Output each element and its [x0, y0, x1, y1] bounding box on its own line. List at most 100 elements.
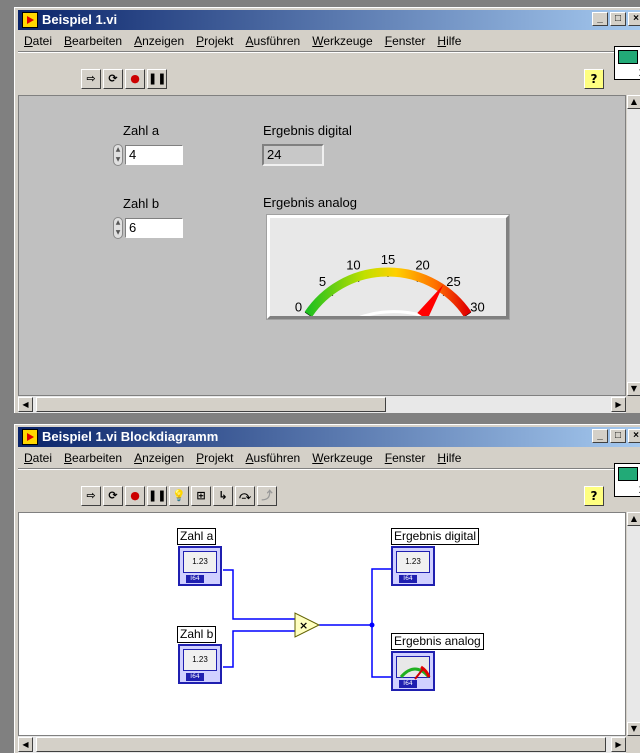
run-continuously-icon[interactable]: ⟳ — [103, 69, 123, 89]
menu-bar: Datei Bearbeiten Anzeigen Projekt Ausfüh… — [18, 32, 467, 50]
block-diagram-window: Beispiel 1.vi Blockdiagramm _ □ × Datei … — [14, 424, 640, 753]
menu-ausfuehren[interactable]: Ausführen — [240, 32, 307, 50]
menu-ausfuehren[interactable]: Ausführen — [240, 449, 307, 467]
wire-zahl-a — [223, 569, 297, 620]
zahl-b-terminal-label: Zahl b — [177, 626, 217, 643]
front-panel-window: Beispiel 1.vi _ □ × Datei Bearbeiten Anz… — [14, 7, 640, 413]
zahl-a-terminal-label: Zahl a — [177, 528, 217, 545]
zahl-a-input[interactable]: 4 — [125, 145, 183, 165]
wire-digital — [371, 568, 391, 625]
zahl-a-terminal[interactable]: 1.23 I64 — [178, 546, 222, 586]
gauge-needle — [417, 284, 444, 320]
gauge-tick-label: 5 — [319, 274, 326, 289]
ergebnis-digital-terminal[interactable]: 1.23 I64 — [391, 546, 435, 586]
ergebnis-analog-label: Ergebnis analog — [263, 195, 357, 210]
run-arrow-icon[interactable]: ⇨ — [81, 69, 101, 89]
front-panel-canvas: Zahl a ▲ ▼ 4 Zahl b ▲ ▼ 6 Ergebnis digital… — [18, 95, 626, 396]
menu-fenster[interactable]: Fenster — [379, 449, 432, 467]
zahl-b-control: ▲ ▼ 6 — [113, 217, 183, 239]
menu-projekt[interactable]: Projekt — [190, 449, 239, 467]
menu-anzeigen[interactable]: Anzeigen — [128, 449, 190, 467]
front-panel-vertical-scrollbar[interactable]: ▲ ▼ — [626, 95, 640, 396]
menu-fenster[interactable]: Fenster — [379, 32, 432, 50]
front-panel-titlebar[interactable]: Beispiel 1.vi _ □ × — [18, 10, 640, 30]
scroll-right-icon[interactable]: ▶ — [611, 397, 626, 412]
block-diagram-titlebar[interactable]: Beispiel 1.vi Blockdiagramm _ □ × — [18, 427, 640, 447]
menu-bearbeiten[interactable]: Bearbeiten — [58, 32, 128, 50]
menu-datei[interactable]: Datei — [18, 449, 58, 467]
scroll-left-icon[interactable]: ◀ — [18, 737, 33, 752]
gauge-tick-label: 0 — [295, 300, 302, 315]
block-diagram-canvas: × Zahl a 1.23 I64 Zahl b 1.23 I64 Ergebn… — [18, 512, 626, 736]
zahl-b-terminal[interactable]: 1.23 I64 — [178, 644, 222, 684]
zahl-b-input[interactable]: 6 — [125, 218, 183, 238]
scroll-up-icon[interactable]: ▲ — [627, 95, 640, 109]
run-continuously-icon[interactable]: ⟳ — [103, 486, 123, 506]
close-button[interactable]: × — [628, 12, 640, 26]
retain-wire-values-icon[interactable]: ⊞ — [191, 486, 211, 506]
abort-execution-icon[interactable]: ● — [125, 486, 145, 506]
menu-werkzeuge[interactable]: Werkzeuge — [306, 449, 378, 467]
window-title: Beispiel 1.vi Blockdiagramm — [42, 429, 219, 444]
context-help-button[interactable]: ? — [584, 69, 604, 89]
ergebnis-digital-terminal-label: Ergebnis digital — [391, 528, 480, 545]
vi-connector-icon[interactable] — [614, 463, 640, 497]
i64-type-label: I64 — [186, 575, 204, 583]
scroll-up-icon[interactable]: ▲ — [627, 512, 640, 526]
gauge-tick-label: 20 — [415, 258, 429, 273]
scroll-down-icon[interactable]: ▼ — [627, 722, 640, 736]
zahl-b-increment-icon[interactable]: ▲ ▼ — [113, 217, 123, 239]
menu-werkzeuge[interactable]: Werkzeuge — [306, 32, 378, 50]
menu-hilfe[interactable]: Hilfe — [431, 449, 467, 467]
close-button[interactable]: × — [628, 429, 640, 443]
run-arrow-icon[interactable]: ⇨ — [81, 486, 101, 506]
gauge-tick-label: 15 — [381, 252, 395, 267]
scroll-thumb[interactable] — [36, 397, 386, 412]
ergebnis-analog-gauge: 0 5 10 15 20 25 30 — [267, 215, 509, 328]
menu-bearbeiten[interactable]: Bearbeiten — [58, 449, 128, 467]
labview-vi-icon — [22, 429, 38, 445]
scroll-right-icon[interactable]: ▶ — [611, 737, 626, 752]
abort-execution-icon[interactable]: ● — [125, 69, 145, 89]
i64-type-label: I64 — [186, 673, 204, 681]
pause-icon[interactable]: ❚❚ — [147, 69, 167, 89]
block-diagram-horizontal-scrollbar[interactable]: ◀ ▶ — [18, 736, 626, 753]
labview-vi-icon — [22, 12, 38, 28]
maximize-button[interactable]: □ — [610, 12, 626, 26]
multiply-symbol: × — [299, 619, 308, 632]
ergebnis-analog-terminal-label: Ergebnis analog — [391, 633, 484, 650]
step-out-icon[interactable]: ⤴ — [257, 486, 277, 506]
menu-datei[interactable]: Datei — [18, 32, 58, 50]
menu-bar: Datei Bearbeiten Anzeigen Projekt Ausfüh… — [18, 449, 467, 467]
i64-type-label: I64 — [399, 680, 417, 688]
minimize-button[interactable]: _ — [592, 12, 608, 26]
gauge-dial: 0 5 10 15 20 25 30 — [295, 252, 485, 328]
menu-anzeigen[interactable]: Anzeigen — [128, 32, 190, 50]
ergebnis-digital-label: Ergebnis digital — [263, 123, 352, 138]
i64-type-label: I64 — [399, 575, 417, 583]
numeric-control-icon: 1.23 — [183, 649, 217, 671]
scroll-down-icon[interactable]: ▼ — [627, 382, 640, 396]
menu-hilfe[interactable]: Hilfe — [431, 32, 467, 50]
menu-separator — [18, 51, 640, 53]
ergebnis-analog-terminal[interactable]: I64 — [391, 651, 435, 691]
minimize-button[interactable]: _ — [592, 429, 608, 443]
numeric-indicator-icon: 1.23 — [396, 551, 430, 573]
scroll-left-icon[interactable]: ◀ — [18, 397, 33, 412]
step-into-icon[interactable]: ↳ — [213, 486, 233, 506]
front-panel-horizontal-scrollbar[interactable]: ◀ ▶ — [18, 396, 626, 413]
scroll-thumb[interactable] — [36, 737, 606, 752]
wire-zahl-b — [223, 630, 297, 668]
step-over-icon[interactable]: ⤼ — [235, 486, 255, 506]
window-title: Beispiel 1.vi — [42, 12, 118, 27]
highlight-execution-icon[interactable]: 💡 — [169, 486, 189, 506]
menu-projekt[interactable]: Projekt — [190, 32, 239, 50]
zahl-a-increment-icon[interactable]: ▲ ▼ — [113, 144, 123, 166]
block-diagram-vertical-scrollbar[interactable]: ▲ ▼ — [626, 512, 640, 736]
context-help-button[interactable]: ? — [584, 486, 604, 506]
zahl-a-label: Zahl a — [123, 123, 160, 138]
maximize-button[interactable]: □ — [610, 429, 626, 443]
pause-icon[interactable]: ❚❚ — [147, 486, 167, 506]
vi-connector-icon[interactable] — [614, 46, 640, 80]
gauge-indicator-icon — [396, 656, 431, 680]
